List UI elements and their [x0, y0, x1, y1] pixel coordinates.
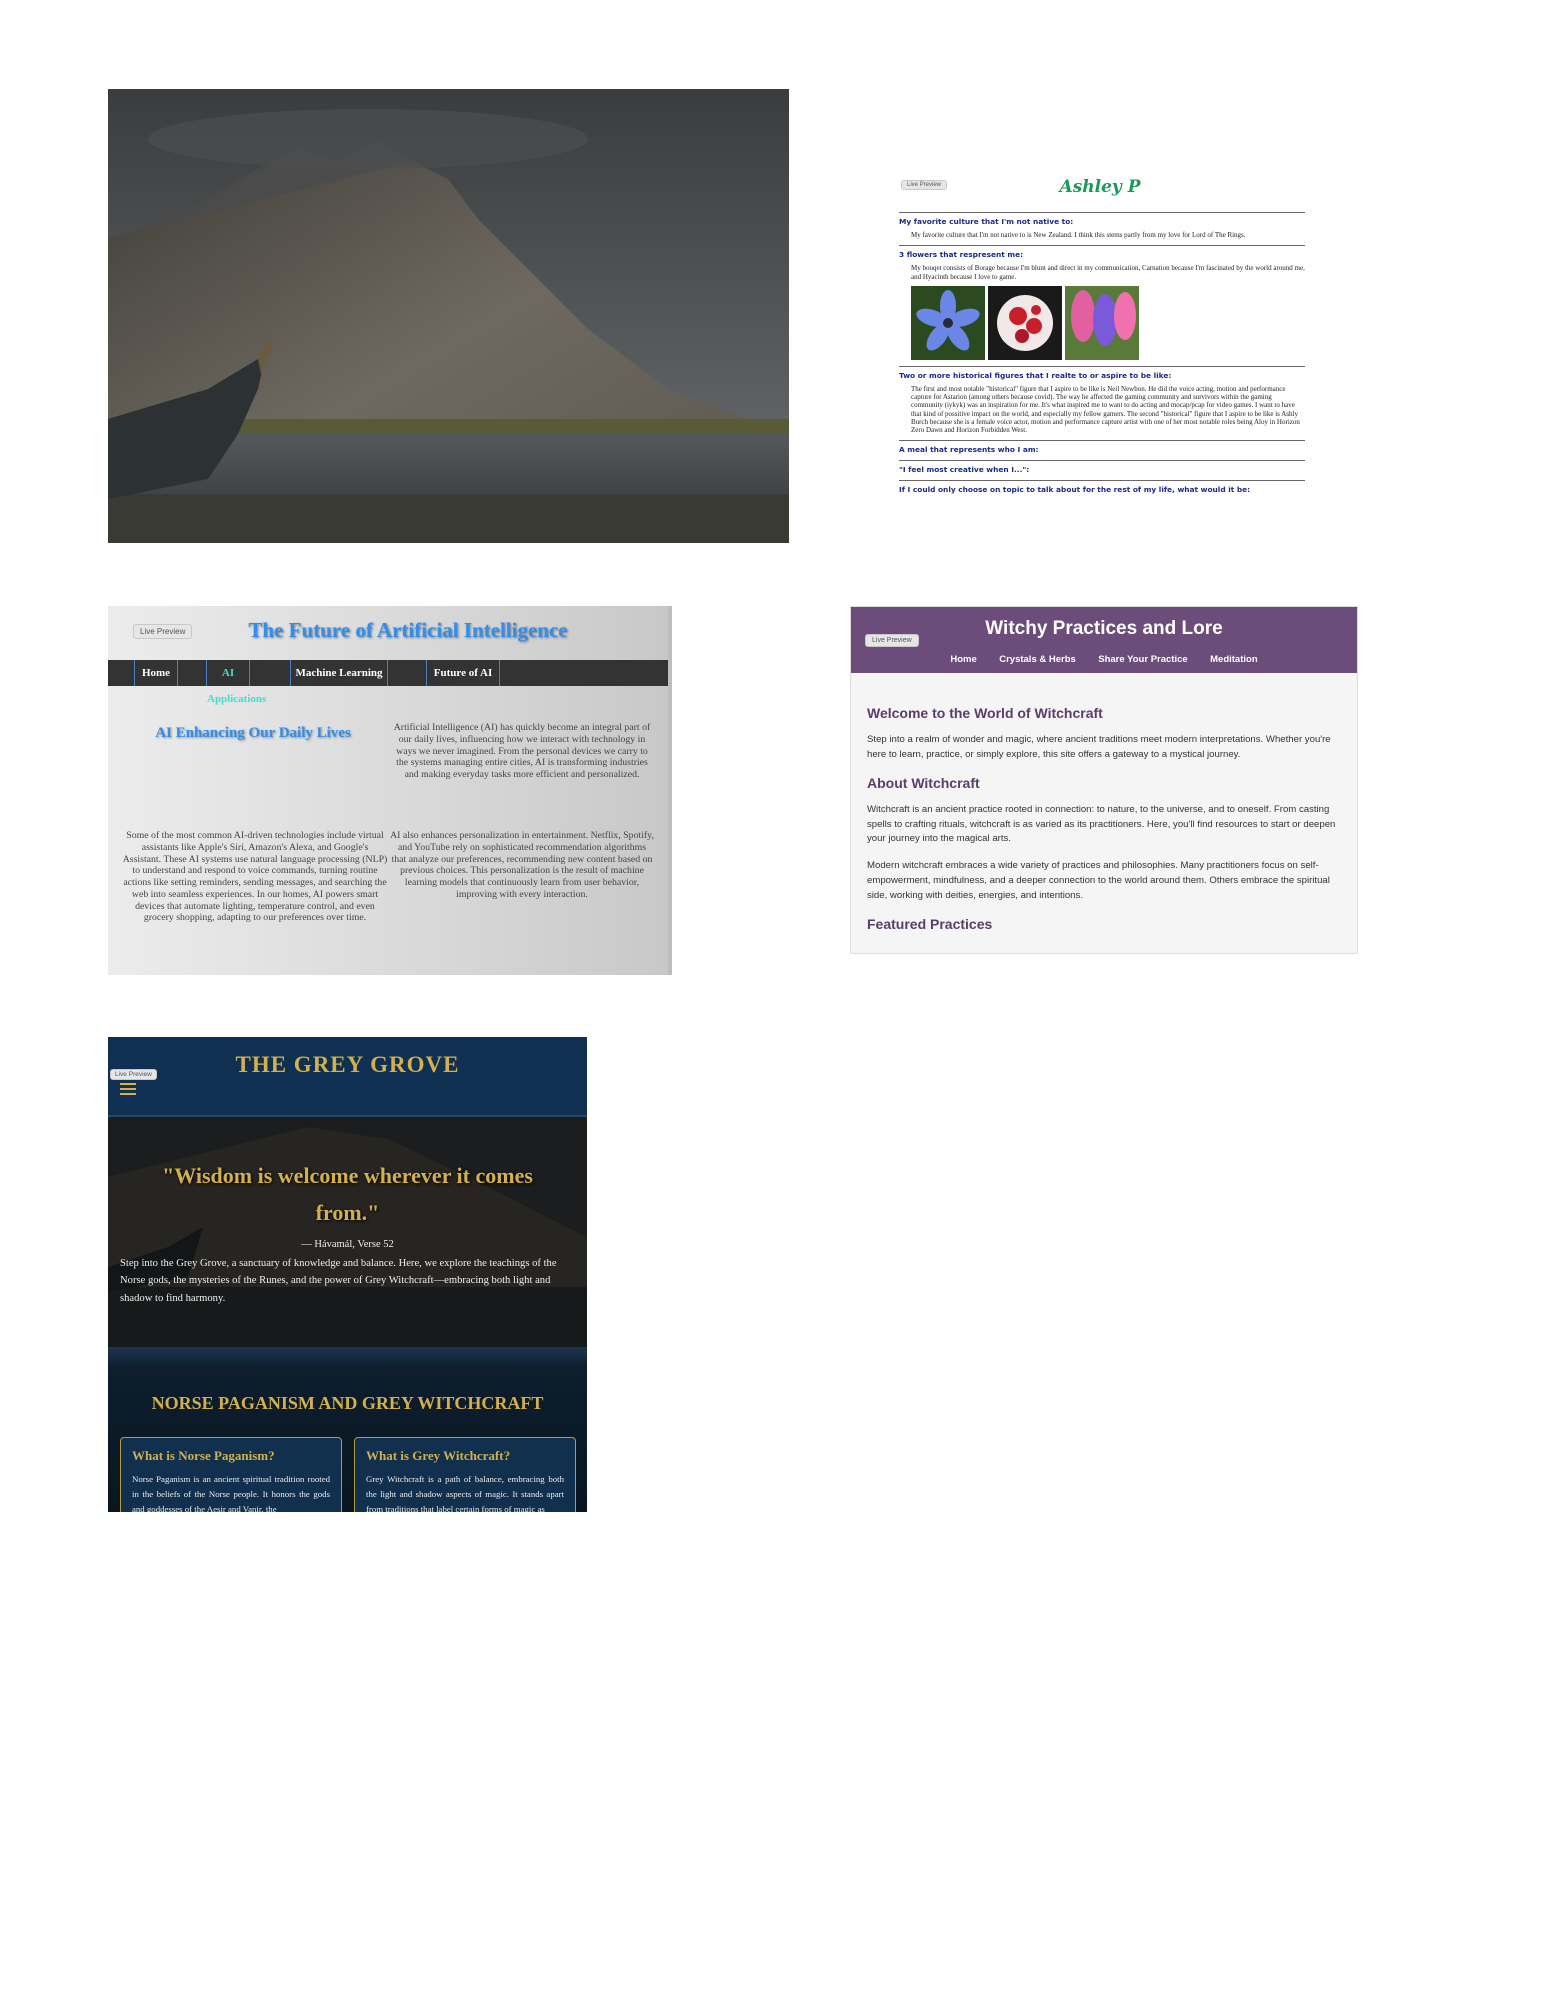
- ai-preview-panel: Live Preview The Future of Artificial In…: [108, 606, 672, 975]
- paragraph-assistants: Some of the most common AI-driven techno…: [122, 830, 388, 924]
- section-figures: Two or more historical figures that I re…: [899, 365, 1305, 435]
- section-culture: My favorite culture that I'm not native …: [899, 212, 1305, 239]
- quote-citation: — Hávamál, Verse 52: [301, 1239, 394, 1250]
- section-meal: A meal that represents who I am:: [899, 440, 1305, 454]
- nav-meditation[interactable]: Meditation: [1210, 654, 1258, 665]
- card-title: What is Grey Witchcraft?: [366, 1448, 511, 1463]
- info-section: NORSE PAGANISM AND GREY WITCHCRAFT What …: [108, 1347, 587, 1512]
- nav-share-practice[interactable]: Share Your Practice: [1098, 654, 1187, 665]
- section-heading: My favorite culture that I'm not native …: [899, 217, 1074, 226]
- main-content: Welcome to the World of Witchcraft Step …: [867, 705, 1341, 944]
- card-text: Norse Paganism is an ancient spiritual t…: [132, 1474, 330, 1512]
- ashley-preview-panel: Live Preview Ashley P My favorite cultur…: [885, 160, 1315, 540]
- site-title: THE GREY GROVE: [235, 1052, 460, 1077]
- section-heading: NORSE PAGANISM AND GREY WITCHCRAFT: [151, 1393, 544, 1413]
- section-heading: A meal that represents who I am:: [899, 445, 1039, 455]
- page-title: The Future of Artificial Intelligence: [248, 618, 568, 642]
- section-flowers: 3 flowers that respresent me: My bouqet …: [899, 245, 1305, 360]
- content-body: My favorite culture that I'm not native …: [899, 212, 1305, 500]
- section-heading: 3 flowers that respresent me:: [899, 250, 1024, 260]
- nav-home[interactable]: Home: [134, 660, 178, 686]
- card-norse-paganism: What is Norse Paganism? Norse Paganism i…: [120, 1437, 342, 1512]
- section-text: The first and most notable "historical" …: [911, 384, 1300, 434]
- site-header: THE GREY GROVE Live Preview: [108, 1037, 587, 1117]
- grey-grove-preview-panel: THE GREY GROVE Live Preview "Wisdom is w…: [108, 1037, 587, 1512]
- card-title: What is Norse Paganism?: [132, 1448, 275, 1463]
- borage-image: [911, 285, 985, 360]
- nav-home[interactable]: Home: [950, 654, 976, 665]
- nav-future-of-ai[interactable]: Future of AI: [426, 660, 500, 686]
- live-preview-button[interactable]: Live Preview: [110, 1069, 157, 1080]
- page-title: Witchy Practices and Lore: [985, 618, 1223, 639]
- hero-quote: "Wisdom is welcome wherever it comes fro…: [162, 1163, 533, 1226]
- section-text: My favorite culture that I'm not native …: [911, 231, 1246, 239]
- paragraph-personalization: AI also enhances personalization in ente…: [390, 830, 654, 900]
- nav-crystals-herbs[interactable]: Crystals & Herbs: [999, 654, 1076, 665]
- nav-machine-learning[interactable]: Machine Learning: [290, 660, 388, 686]
- nav-ai-applications[interactable]: AI Applications: [206, 660, 266, 705]
- page-title: Ashley P: [1059, 177, 1141, 197]
- card-text: Grey Witchcraft is a path of balance, em…: [366, 1474, 564, 1512]
- section-heading: Two or more historical figures that I re…: [899, 370, 1172, 380]
- paragraph-intro: Artificial Intelligence (AI) has quickly…: [393, 722, 651, 780]
- nav-bar: Home AI Applications Machine Learning Fu…: [108, 660, 668, 705]
- section-text: My bouqet consists of Borage because I'm…: [911, 264, 1305, 281]
- about-heading: About Witchcraft: [867, 774, 980, 791]
- welcome-heading: Welcome to the World of Witchcraft: [867, 705, 1103, 721]
- hero-section: "Wisdom is welcome wherever it comes fro…: [108, 1117, 587, 1347]
- intro-text: Step into the Grey Grove, a sanctuary of…: [120, 1258, 557, 1304]
- flower-images: [899, 285, 1305, 360]
- section-creative: "I feel most creative when I...":: [899, 460, 1305, 474]
- site-header: Live Preview Witchy Practices and Lore H…: [851, 607, 1357, 673]
- welcome-text: Step into a realm of wonder and magic, w…: [867, 734, 1331, 760]
- hamburger-menu-icon[interactable]: [120, 1083, 136, 1098]
- section-heading: "I feel most creative when I...":: [899, 465, 1030, 475]
- carnation-image: [988, 285, 1062, 360]
- witchy-preview-panel: Live Preview Witchy Practices and Lore H…: [850, 606, 1358, 954]
- about-text-2: Modern witchcraft embraces a wide variet…: [867, 860, 1330, 902]
- landscape-photo: [108, 89, 789, 543]
- about-text-1: Witchcraft is an ancient practice rooted…: [867, 803, 1336, 845]
- nav-bar: Home Crystals & Herbs Share Your Practic…: [851, 649, 1357, 667]
- section-heading: If I could only choose on topic to talk …: [899, 485, 1251, 495]
- section-topic: If I could only choose on topic to talk …: [899, 480, 1305, 494]
- featured-heading: Featured Practices: [867, 915, 993, 932]
- hyacinth-image: [1065, 285, 1139, 360]
- section-heading: AI Enhancing Our Daily Lives: [155, 725, 351, 741]
- card-grey-witchcraft: What is Grey Witchcraft? Grey Witchcraft…: [354, 1437, 576, 1512]
